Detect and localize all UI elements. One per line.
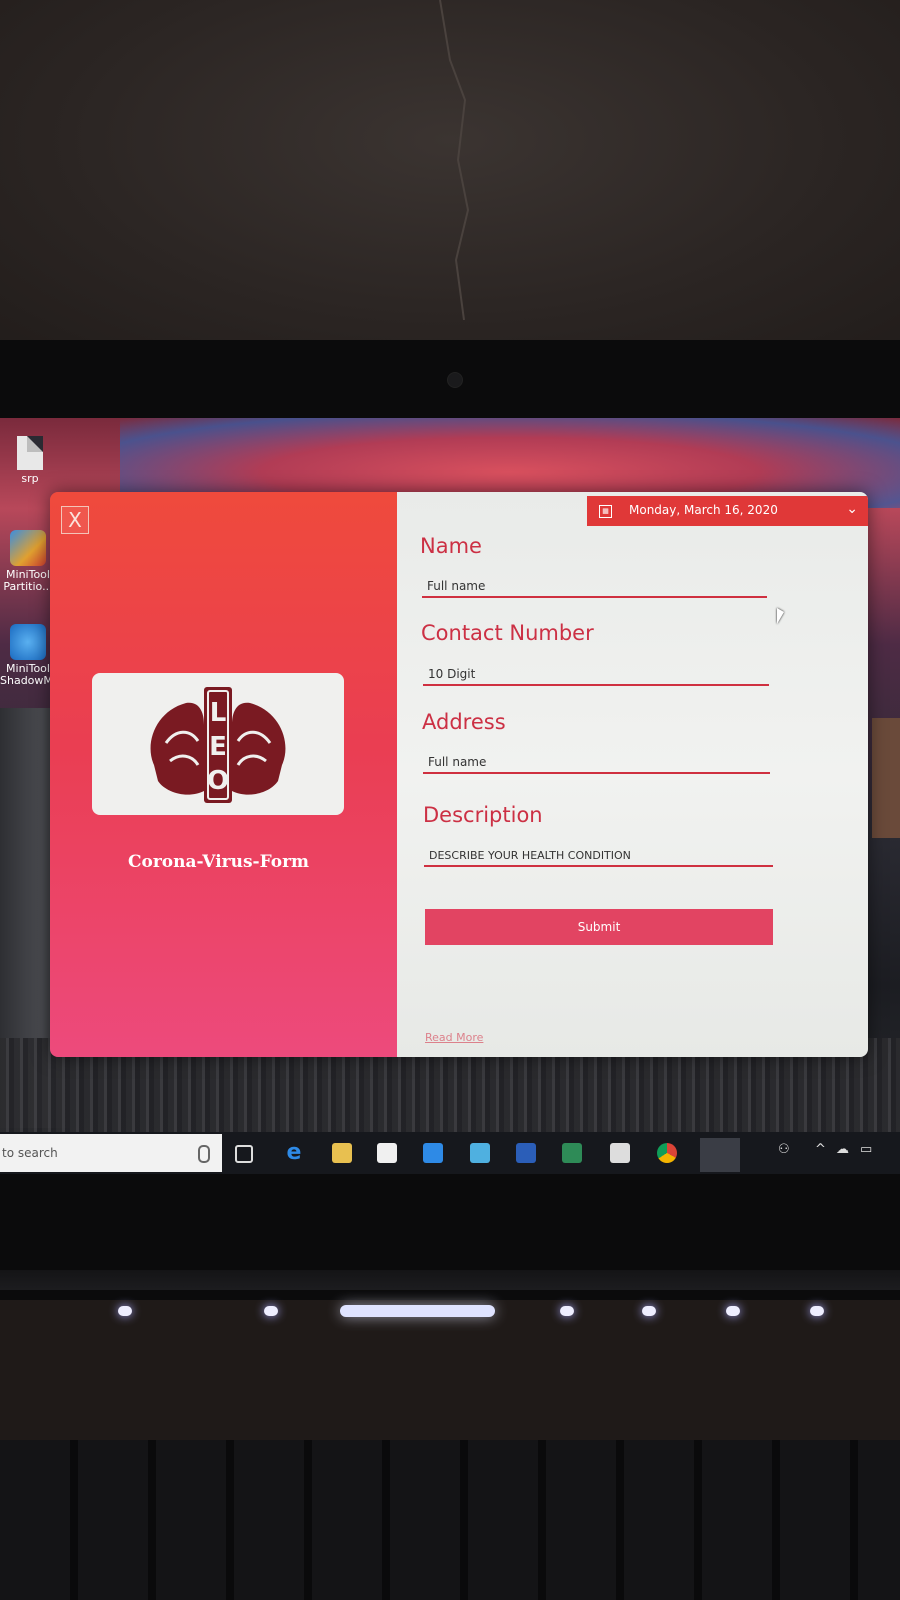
laptop-hinge (0, 1270, 900, 1290)
file-icon (17, 436, 43, 470)
task-view-icon[interactable] (235, 1145, 253, 1163)
desktop-icon-srp[interactable]: srp (0, 436, 60, 485)
calendar-icon: ▦ (599, 505, 612, 518)
webcam (447, 372, 463, 388)
taskbar-search[interactable]: to search (0, 1134, 222, 1172)
taskbar-search-placeholder: to search (2, 1146, 58, 1160)
status-led (264, 1306, 278, 1316)
date-picker-value: Monday, March 16, 2020 (629, 503, 778, 517)
status-led (118, 1306, 132, 1316)
chrome-icon[interactable] (657, 1143, 677, 1163)
read-more-link[interactable]: Read More (425, 1031, 483, 1044)
svg-text:E: E (209, 732, 227, 762)
name-input[interactable] (422, 576, 767, 598)
desktop-icon-minitool-shadowmaker[interactable]: MiniTool ShadowMa (0, 624, 60, 687)
description-input[interactable] (424, 845, 773, 867)
store-icon[interactable] (377, 1143, 397, 1163)
logo-letters: L (210, 698, 227, 728)
onedrive-icon[interactable]: ☁ (836, 1142, 849, 1157)
taskbar: to search e ⚇ ^ ☁ ▭ (0, 1132, 900, 1174)
battery-icon[interactable]: ▭ (860, 1142, 872, 1157)
previous-track-led (560, 1306, 574, 1316)
status-led (810, 1306, 824, 1316)
date-picker[interactable]: ▦ Monday, March 16, 2020 ⌄ (587, 496, 868, 526)
keyboard (0, 1440, 900, 1600)
chevron-up-icon[interactable]: ^ (815, 1142, 826, 1157)
people-icon[interactable]: ⚇ (778, 1142, 790, 1157)
chevron-down-icon: ⌄ (846, 501, 858, 517)
wallpaper-rock (872, 718, 900, 838)
file-explorer-icon[interactable] (332, 1143, 352, 1163)
desktop-icon-label: MiniTool Partitio... (3, 568, 53, 593)
play-pause-led (642, 1306, 656, 1316)
leo-logo: L E O (150, 687, 286, 803)
7zip-icon[interactable] (610, 1143, 630, 1163)
wall-crack (439, 0, 470, 320)
mouse-cursor-icon (777, 608, 784, 624)
submit-button[interactable]: Submit (425, 909, 773, 945)
leo-logo-card: L E O (92, 673, 344, 815)
app-icon[interactable] (470, 1143, 490, 1163)
active-app-icon[interactable] (700, 1138, 740, 1172)
minitool-shadowmaker-icon (10, 624, 46, 660)
close-button[interactable]: X (61, 506, 89, 534)
address-label: Address (422, 710, 506, 734)
svg-text:O: O (207, 766, 229, 796)
name-label: Name (420, 534, 482, 558)
corona-virus-form-dialog: X L E O Corona-Virus-Form ▦ Monday, Marc… (50, 492, 868, 1057)
minitool-partition-icon (10, 530, 46, 566)
word-icon[interactable] (516, 1143, 536, 1163)
contact-number-input[interactable] (423, 664, 769, 686)
address-input[interactable] (423, 752, 770, 774)
form-left-panel: X L E O Corona-Virus-Form (50, 492, 397, 1057)
form-title: Corona-Virus-Form (127, 852, 310, 872)
edge-icon[interactable]: e (284, 1142, 304, 1164)
volume-led-bar (340, 1305, 495, 1317)
contact-number-label: Contact Number (421, 621, 594, 645)
microphone-icon[interactable] (198, 1145, 210, 1163)
excel-icon[interactable] (562, 1143, 582, 1163)
next-track-led (726, 1306, 740, 1316)
mail-icon[interactable] (423, 1143, 443, 1163)
desktop-icon-minitool-partition[interactable]: MiniTool Partitio... (0, 530, 56, 593)
description-label: Description (423, 803, 543, 827)
desktop-icon-label: srp (21, 472, 39, 485)
form-right-panel: ▦ Monday, March 16, 2020 ⌄ Name Contact … (397, 492, 868, 1057)
